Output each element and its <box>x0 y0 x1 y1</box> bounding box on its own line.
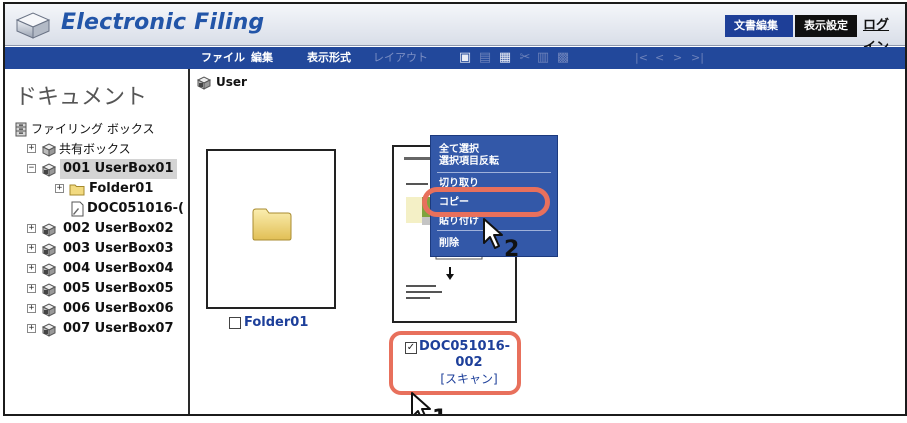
locked-box-icon <box>41 263 57 277</box>
filing-cabinet-icon <box>15 122 27 137</box>
view-settings-link[interactable]: 表示設定 <box>795 15 857 37</box>
print-icon[interactable]: ▦ <box>497 50 513 66</box>
document-name[interactable]: DOC051016- 002 [スキャン] <box>419 339 519 387</box>
nav-next-button[interactable]: > <box>673 47 682 69</box>
save-icon[interactable]: ▤ <box>477 50 493 66</box>
menu-paste[interactable]: 貼り付け <box>439 216 479 228</box>
box-logo-icon <box>15 12 51 39</box>
expand-icon[interactable]: + <box>27 224 36 233</box>
expand-icon[interactable]: + <box>55 184 64 193</box>
title-bar: Electronic Filing 文書編集 表示設定 ログイン <box>5 4 905 55</box>
menu-separator <box>437 172 551 173</box>
app-title: Electronic Filing <box>61 10 265 35</box>
tree-item-label: DOC051016-( <box>87 201 184 216</box>
expand-icon[interactable]: + <box>27 324 36 333</box>
menu-view-format[interactable]: 表示形式 <box>307 47 351 69</box>
current-path: User <box>216 75 247 89</box>
content-pane: User Folder01 ✓ DOC051016- 002 [スキャン] 全て… <box>192 69 905 414</box>
locked-box-icon <box>41 163 57 177</box>
tree-item-label: 005 UserBox05 <box>63 281 174 296</box>
step-number-1: 1 <box>432 406 447 414</box>
tree-item-label: 共有ボックス <box>59 142 131 156</box>
folder-checkbox[interactable] <box>229 317 241 329</box>
document-tree-pane: ドキュメント ファイリング ボックス + 共有ボックス − 001 UserBo… <box>5 69 190 414</box>
menu-layout[interactable]: レイアウト <box>373 47 428 69</box>
menu-edit[interactable]: 編集 <box>251 47 273 69</box>
folder-icon <box>252 208 292 241</box>
menu-delete[interactable]: 削除 <box>439 238 459 250</box>
tree-item-label: 001 UserBox01 <box>60 159 177 179</box>
locked-box-icon <box>41 283 57 297</box>
document-name-line1: DOC051016- <box>419 339 511 354</box>
document-icon <box>71 201 84 217</box>
locked-box-icon <box>41 303 57 317</box>
menu-bar: ファイル 編集 表示形式 レイアウト ▣ ▤ ▦ ✂ ▥ ▩ |< < > >| <box>5 47 905 69</box>
document-type: [スキャン] <box>440 372 498 386</box>
tree-item-label: 006 UserBox06 <box>63 301 174 316</box>
document-checkbox[interactable]: ✓ <box>405 342 417 354</box>
document-name-line2: 002 <box>455 355 483 370</box>
login-link[interactable]: ログイン <box>859 15 905 55</box>
tree-item-label: 003 UserBox03 <box>63 241 174 256</box>
folder-thumbnail[interactable] <box>206 149 336 309</box>
expand-icon[interactable]: + <box>27 304 36 313</box>
expand-icon[interactable]: + <box>27 284 36 293</box>
nav-first-button[interactable]: |< <box>635 47 648 69</box>
locked-box-icon <box>196 76 212 90</box>
tree-item-label: 004 UserBox04 <box>63 261 174 276</box>
expand-icon[interactable]: + <box>27 144 36 153</box>
locked-box-icon <box>41 243 57 257</box>
box-icon <box>41 143 57 157</box>
step-number-2: 2 <box>504 237 520 262</box>
menu-file[interactable]: ファイル <box>201 47 245 69</box>
folder-icon <box>69 184 85 196</box>
menu-invert-selection[interactable]: 選択項目反転 <box>439 156 499 168</box>
cut-icon[interactable]: ✂ <box>517 50 533 66</box>
tree-root-label: ファイリング ボックス <box>31 122 155 136</box>
expand-icon[interactable]: + <box>27 244 36 253</box>
mouse-pointer-icon <box>483 218 503 249</box>
tree-item-label: 002 UserBox02 <box>63 221 174 236</box>
collapse-icon[interactable]: − <box>27 164 36 173</box>
layout-icon[interactable]: ▩ <box>555 50 571 66</box>
locked-box-icon <box>41 323 57 337</box>
copy-highlight-ring <box>422 187 550 217</box>
document-heading: ドキュメント <box>15 85 148 110</box>
tree-item-label: 007 UserBox07 <box>63 321 174 336</box>
locked-box-icon <box>41 223 57 237</box>
paste-icon[interactable]: ▥ <box>535 50 551 66</box>
tree-item-label: Folder01 <box>89 181 154 196</box>
doc-edit-link[interactable]: 文書編集 <box>725 15 793 37</box>
document-caption-highlight: ✓ DOC051016- 002 [スキャン] <box>389 331 521 395</box>
nav-prev-button[interactable]: < <box>655 47 664 69</box>
mouse-pointer-icon <box>411 392 431 414</box>
app-window: Electronic Filing 文書編集 表示設定 ログイン ファイル 編集… <box>3 2 907 416</box>
preview-icon[interactable]: ▣ <box>457 50 473 66</box>
nav-last-button[interactable]: >| <box>691 47 704 69</box>
expand-icon[interactable]: + <box>27 264 36 273</box>
menu-select-all[interactable]: 全て選択 <box>439 144 479 156</box>
folder-name[interactable]: Folder01 <box>244 315 308 330</box>
